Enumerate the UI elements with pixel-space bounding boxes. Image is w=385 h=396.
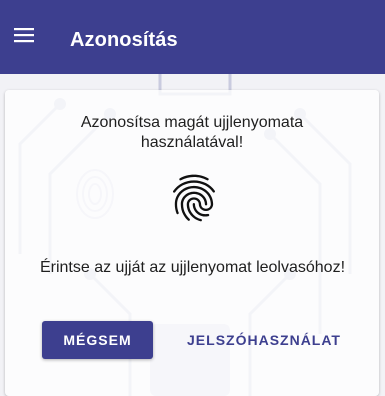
hamburger-menu-icon[interactable]: [14, 27, 34, 43]
touch-prompt-text: Érintse az ujját az ujjlenyomat leolvasó…: [39, 259, 346, 276]
cancel-button[interactable]: MÉGSEM: [42, 321, 153, 359]
instruction-text: Azonosítsa magát ujjlenyomata használatá…: [80, 114, 304, 151]
page-title: Azonosítás: [70, 29, 178, 51]
app-bar: Azonosítás: [0, 0, 385, 74]
use-password-button[interactable]: JELSZÓHASZNÁLAT: [168, 321, 360, 359]
fingerprint-icon: [172, 174, 215, 222]
